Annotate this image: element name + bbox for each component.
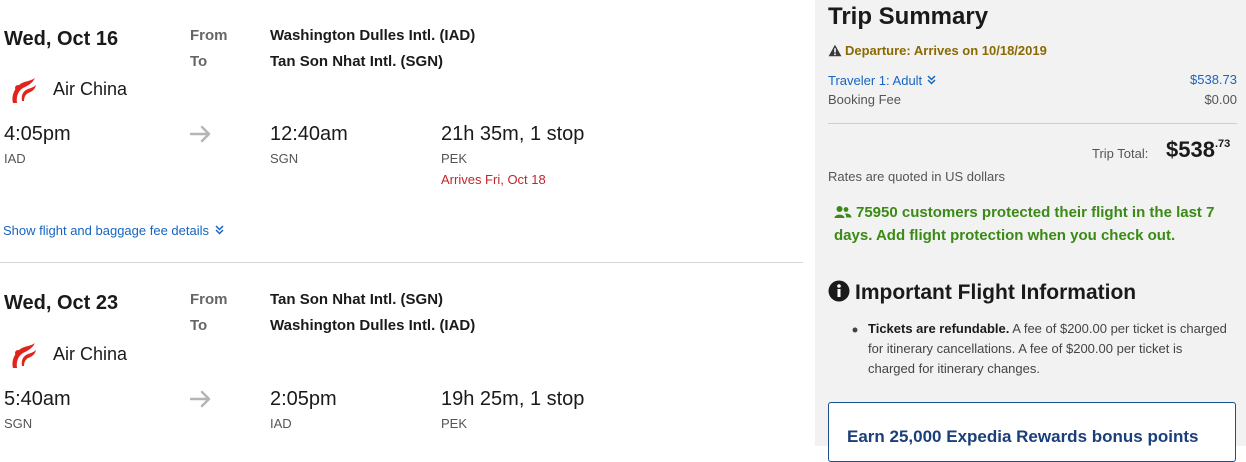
summary-divider — [828, 123, 1237, 124]
from-label: From — [190, 27, 228, 44]
to-airport: Washington Dulles Intl. (IAD) — [270, 317, 476, 334]
depart-code: IAD — [4, 151, 26, 166]
from-label: From — [190, 291, 228, 308]
air-china-logo-icon — [5, 73, 39, 112]
chevron-down-icon — [927, 72, 936, 90]
right-arrow-icon — [189, 390, 212, 413]
warning-icon — [828, 44, 842, 62]
stop-code: PEK — [441, 416, 468, 431]
depart-time: 5:40am — [4, 388, 71, 410]
airline-name: Air China — [53, 79, 128, 99]
refund-policy-text: Tickets are refundable. A fee of $200.00… — [868, 319, 1228, 379]
chevron-down-icon — [215, 222, 224, 240]
arrive-time: 2:05pm — [270, 388, 337, 410]
trip-total-cents: .73 — [1214, 138, 1231, 150]
flight-date: Wed, Oct 23 — [4, 292, 119, 314]
trip-summary-title: Trip Summary — [828, 3, 989, 30]
booking-fee-value: $0.00 — [1204, 92, 1237, 107]
to-label: To — [190, 53, 208, 70]
depart-code: SGN — [4, 416, 33, 431]
rewards-promo-card[interactable]: Earn 25,000 Expedia Rewards bonus points — [828, 402, 1236, 462]
from-airport: Tan Son Nhat Intl. (SGN) — [270, 291, 444, 308]
arrival-date-notice: Arrives Fri, Oct 18 — [441, 172, 546, 187]
right-arrow-icon — [189, 125, 212, 148]
to-label: To — [190, 317, 208, 334]
flight-duration: 21h 35m, 1 stop — [441, 123, 585, 145]
from-airport: Washington Dulles Intl. (IAD) — [270, 27, 476, 44]
refund-policy-bold: Tickets are refundable. — [868, 321, 1010, 336]
flight-divider — [0, 262, 803, 263]
trip-total-dollars: $538 — [1166, 137, 1215, 162]
trip-total-amount: $538.73 — [1166, 137, 1230, 163]
arrive-time: 12:40am — [270, 123, 348, 145]
to-airport: Tan Son Nhat Intl. (SGN) — [270, 53, 444, 70]
important-info-title: Important Flight Information — [855, 281, 1137, 304]
show-details-label[interactable]: Show flight and baggage fee details — [3, 223, 209, 238]
flight-protection-message: 75950 customers protected their flight i… — [834, 204, 1215, 244]
important-info-heading: Important Flight Information — [828, 280, 1136, 307]
bullet-dot — [852, 320, 858, 338]
depart-time: 4:05pm — [4, 123, 71, 145]
flight-date: Wed, Oct 16 — [4, 28, 119, 50]
arrive-code: IAD — [270, 416, 292, 431]
rewards-promo-text: Earn 25,000 Expedia Rewards bonus points — [847, 427, 1199, 446]
traveler-price: $538.73 — [1190, 72, 1237, 87]
departure-warning-text: Departure: Arrives on 10/18/2019 — [845, 43, 1047, 58]
departure-warning: Departure: Arrives on 10/18/2019 — [828, 42, 1047, 62]
trip-total-label: Trip Total: — [1092, 146, 1149, 161]
info-icon — [828, 280, 850, 307]
booking-fee-label: Booking Fee — [828, 92, 901, 107]
airline-name: Air China — [53, 344, 128, 364]
traveler-label[interactable]: Traveler 1: Adult — [828, 73, 922, 88]
stop-code: PEK — [441, 151, 468, 166]
air-china-logo-icon — [5, 338, 39, 377]
trip-summary-panel: Trip Summary Departure: Arrives on 10/18… — [815, 0, 1246, 462]
traveler-toggle[interactable]: Traveler 1: Adult — [828, 72, 936, 90]
show-details-link[interactable]: Show flight and baggage fee details — [3, 222, 224, 240]
flight-duration: 19h 25m, 1 stop — [441, 388, 585, 410]
rates-note: Rates are quoted in US dollars — [828, 169, 1006, 184]
arrive-code: SGN — [270, 151, 299, 166]
